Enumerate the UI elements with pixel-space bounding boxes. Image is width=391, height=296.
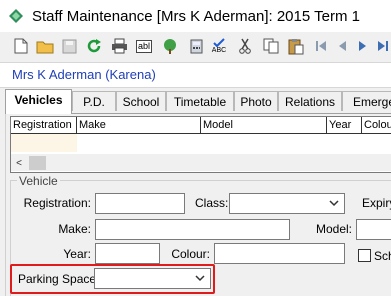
next-record-icon[interactable] — [354, 37, 372, 55]
abl-icon[interactable]: abl — [134, 37, 154, 55]
column-header-model[interactable]: Model — [201, 117, 327, 133]
class-label: Class: — [195, 196, 229, 210]
tab-school[interactable]: School — [116, 91, 166, 111]
make-field[interactable] — [95, 219, 290, 240]
chevron-down-icon — [329, 200, 339, 207]
app-diamond-icon — [9, 9, 23, 23]
class-dropdown[interactable] — [229, 193, 345, 214]
make-label: Make: — [58, 222, 91, 236]
registration-field[interactable] — [95, 193, 185, 214]
open-folder-icon[interactable] — [36, 37, 54, 55]
column-header-colour[interactable]: Colour — [362, 117, 391, 133]
calculator-icon[interactable] — [187, 37, 205, 55]
refresh-icon[interactable] — [85, 37, 103, 55]
chevron-down-icon — [195, 275, 205, 282]
colour-label: Colour: — [171, 247, 210, 261]
column-header-registration[interactable]: Registration — [11, 117, 77, 133]
horizontal-scrollbar[interactable] — [11, 154, 391, 171]
tab-photo[interactable]: Photo — [234, 91, 278, 111]
spell-check-icon[interactable]: ABC — [210, 37, 228, 55]
tab-vehicles[interactable]: Vehicles — [5, 89, 72, 114]
column-header-make[interactable]: Make — [77, 117, 201, 133]
table-row[interactable] — [11, 134, 77, 152]
previous-record-icon[interactable] — [333, 37, 351, 55]
checkbox[interactable] — [358, 249, 371, 262]
checkbox-label: Sch — [374, 249, 391, 263]
abc-label: ABC — [211, 46, 227, 54]
record-name: Mrs K Aderman (Karena) — [12, 67, 156, 82]
tab-relations[interactable]: Relations — [278, 91, 342, 111]
new-document-icon[interactable] — [12, 37, 30, 55]
tab-pd[interactable]: P.D. — [72, 91, 116, 111]
parking-space-label: Parking Space: — [18, 272, 100, 286]
tab-emergency[interactable]: Emerge — [342, 91, 391, 111]
parking-space-dropdown[interactable] — [94, 268, 211, 289]
abl-label: abl — [135, 39, 152, 53]
tree-icon[interactable] — [161, 37, 179, 55]
last-record-icon[interactable] — [374, 37, 391, 55]
year-label: Year: — [63, 247, 91, 261]
registration-label: Registration: — [23, 196, 91, 210]
model-label: Model: — [315, 222, 352, 236]
column-header-year[interactable]: Year — [327, 117, 362, 133]
first-record-icon[interactable] — [312, 37, 330, 55]
cut-icon[interactable] — [236, 37, 254, 55]
copy-icon[interactable] — [262, 37, 280, 55]
scroll-thumb[interactable] — [29, 156, 46, 170]
print-icon[interactable] — [110, 37, 128, 55]
expiry-label: Expiry — [362, 196, 391, 210]
tab-timetable[interactable]: Timetable — [166, 91, 234, 111]
save-icon[interactable] — [60, 37, 78, 55]
year-field[interactable] — [95, 243, 160, 264]
window-title: Staff Maintenance [Mrs K Aderman]: 2015 … — [32, 8, 360, 25]
paste-icon[interactable] — [287, 37, 305, 55]
vehicle-group-label: Vehicle — [17, 174, 60, 188]
colour-field[interactable] — [214, 243, 345, 264]
model-field[interactable] — [356, 219, 391, 240]
scroll-left-button[interactable]: < — [12, 156, 26, 170]
